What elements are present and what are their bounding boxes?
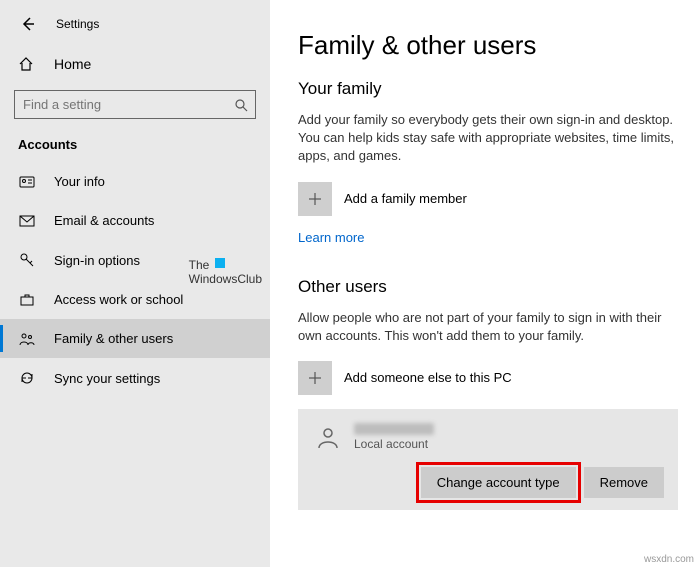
user-card[interactable]: Local account Change account type Remove: [298, 409, 678, 510]
page-title: Family & other users: [298, 30, 678, 61]
settings-title: Settings: [56, 17, 99, 31]
add-other-label: Add someone else to this PC: [344, 370, 512, 385]
nav-label: Sync your settings: [54, 371, 160, 386]
settings-sidebar: Settings Home Accounts Your info Email &…: [0, 0, 270, 567]
person-icon: [315, 424, 341, 450]
mail-icon: [18, 215, 36, 227]
main-content: Family & other users Your family Add you…: [270, 0, 700, 567]
nav-email[interactable]: Email & accounts: [0, 201, 270, 240]
nav-label: Family & other users: [54, 331, 173, 346]
user-name-block: Local account: [354, 423, 434, 451]
add-other-user[interactable]: Add someone else to this PC: [298, 361, 678, 395]
id-card-icon: [18, 175, 36, 189]
key-icon: [18, 252, 36, 268]
add-family-label: Add a family member: [344, 191, 467, 206]
change-account-type-button[interactable]: Change account type: [421, 467, 576, 498]
nav-label: Your info: [54, 174, 105, 189]
nav-sync[interactable]: Sync your settings: [0, 358, 270, 398]
search-row: [14, 90, 256, 119]
learn-more-link[interactable]: Learn more: [298, 230, 364, 245]
user-row: Local account: [312, 421, 664, 453]
other-users-heading: Other users: [298, 277, 678, 297]
nav-family[interactable]: Family & other users: [0, 319, 270, 358]
search-icon: [234, 98, 248, 112]
user-actions: Change account type Remove: [312, 467, 664, 498]
home-label: Home: [54, 56, 91, 72]
other-users-desc: Allow people who are not part of your fa…: [298, 309, 678, 345]
nav-label: Access work or school: [54, 292, 183, 307]
nav-your-info[interactable]: Your info: [0, 162, 270, 201]
plus-box: [298, 182, 332, 216]
plus-box: [298, 361, 332, 395]
people-icon: [18, 332, 36, 346]
plus-icon: [307, 370, 323, 386]
home-icon: [18, 56, 36, 72]
back-button[interactable]: [18, 14, 38, 34]
briefcase-icon: [18, 293, 36, 307]
search-input[interactable]: [14, 90, 256, 119]
username-redacted: [354, 423, 434, 435]
remove-user-button[interactable]: Remove: [584, 467, 664, 498]
nav-label: Sign-in options: [54, 253, 140, 268]
avatar: [312, 421, 344, 453]
plus-icon: [307, 191, 323, 207]
home-nav[interactable]: Home: [0, 46, 270, 82]
add-family-member[interactable]: Add a family member: [298, 182, 678, 216]
your-family-heading: Your family: [298, 79, 678, 99]
category-label: Accounts: [0, 133, 270, 162]
watermark: The WindowsClub: [189, 258, 262, 287]
sidebar-header: Settings: [0, 10, 270, 46]
watermark-square-icon: [215, 258, 225, 268]
source-watermark: wsxdn.com: [644, 554, 694, 565]
your-family-desc: Add your family so everybody gets their …: [298, 111, 678, 166]
back-arrow-icon: [20, 16, 36, 32]
sync-icon: [18, 370, 36, 386]
account-type-label: Local account: [354, 437, 434, 451]
nav-label: Email & accounts: [54, 213, 154, 228]
